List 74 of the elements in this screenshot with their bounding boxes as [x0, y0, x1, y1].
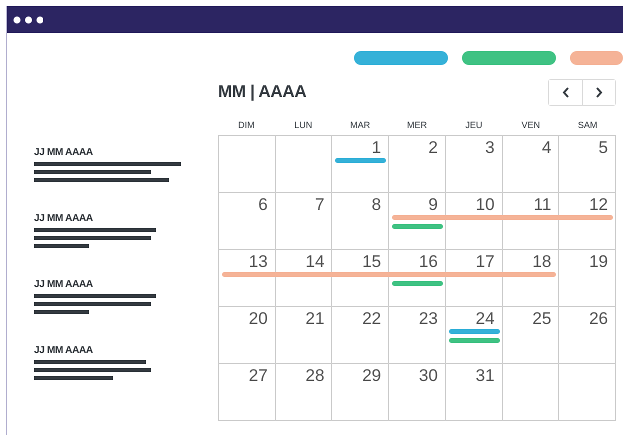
day-cell[interactable]: 8 [332, 193, 390, 250]
event-bar[interactable] [335, 158, 386, 163]
day-number: 15 [362, 252, 382, 272]
day-cell[interactable]: 21 [276, 307, 332, 364]
day-number: 10 [476, 195, 495, 215]
day-cell[interactable]: 5 [559, 136, 616, 193]
day-cell[interactable]: 20 [219, 307, 276, 364]
day-cell[interactable]: 2 [389, 136, 446, 193]
event-bar[interactable] [448, 329, 500, 334]
day-cell[interactable]: 19 [559, 250, 616, 307]
day-number: 20 [248, 309, 268, 329]
day-number: 19 [589, 252, 608, 272]
day-number: 1 [372, 138, 382, 158]
day-cell[interactable]: 4 [502, 136, 560, 193]
day-number: 2 [428, 138, 438, 158]
day-cell[interactable]: 3 [446, 136, 503, 193]
day-number: 21 [306, 309, 324, 329]
event-bar[interactable] [448, 338, 500, 343]
event-date: JJ MM AAAA [34, 279, 94, 291]
day-number: 17 [476, 252, 495, 272]
day-cell[interactable]: 7 [276, 193, 332, 250]
day-number: 5 [598, 138, 608, 158]
day-number: 8 [372, 195, 382, 215]
day-cell[interactable]: 30 [389, 364, 446, 421]
day-number: 14 [306, 252, 324, 272]
day-number: 7 [314, 195, 324, 215]
event-date: JJ MM AAAA [34, 213, 94, 225]
weekday-label: LUN [293, 120, 314, 130]
event-date: JJ MM AAAA [34, 147, 94, 159]
month-year-title: MM | AAAA [218, 82, 306, 102]
day-number: 3 [485, 138, 495, 158]
day-number: 25 [532, 309, 552, 329]
day-cell[interactable]: 25 [502, 307, 560, 364]
day-cell[interactable]: 28 [276, 364, 332, 421]
weekday-label: MER [406, 120, 428, 130]
category-pill[interactable] [462, 51, 556, 65]
event-date: JJ MM AAAA [34, 345, 94, 357]
day-cell[interactable]: 22 [332, 307, 390, 364]
day-number: 30 [418, 366, 438, 386]
day-cell[interactable]: 23 [389, 307, 446, 364]
day-number: 9 [428, 195, 438, 215]
category-pill[interactable] [570, 51, 623, 65]
day-number: 11 [534, 195, 552, 215]
day-number: 26 [589, 309, 608, 329]
day-cell[interactable]: 26 [559, 307, 616, 364]
day-cell[interactable]: 29 [332, 364, 390, 421]
day-number: 24 [476, 309, 495, 329]
weekday-label: MAR [349, 120, 372, 130]
day-number: 31 [476, 366, 495, 386]
weekday-label: JEU [464, 120, 484, 130]
day-number: 12 [589, 195, 608, 215]
day-cell[interactable]: 6 [219, 193, 276, 250]
day-cell[interactable]: 27 [219, 364, 276, 421]
category-pill[interactable] [354, 51, 448, 65]
empty-day-cell [502, 364, 560, 421]
weekday-label: DIM [237, 120, 256, 130]
day-number: 4 [542, 138, 552, 158]
window-dots-icon [13, 16, 43, 24]
day-number: 18 [532, 252, 552, 272]
day-number: 28 [306, 366, 324, 386]
empty-day-cell [559, 364, 616, 421]
event-bar[interactable] [392, 281, 443, 286]
event-bar[interactable] [392, 224, 443, 229]
day-number: 6 [258, 195, 268, 215]
day-number: 29 [362, 366, 382, 386]
weekday-label: SAM [576, 120, 598, 130]
day-number: 27 [248, 366, 268, 386]
day-number: 23 [418, 309, 438, 329]
day-number: 16 [418, 252, 438, 272]
day-number: 22 [362, 309, 382, 329]
day-cell[interactable]: 31 [446, 364, 503, 421]
weekday-label: VEN [520, 120, 541, 130]
day-number: 13 [248, 252, 268, 272]
next-button[interactable] [582, 80, 615, 104]
